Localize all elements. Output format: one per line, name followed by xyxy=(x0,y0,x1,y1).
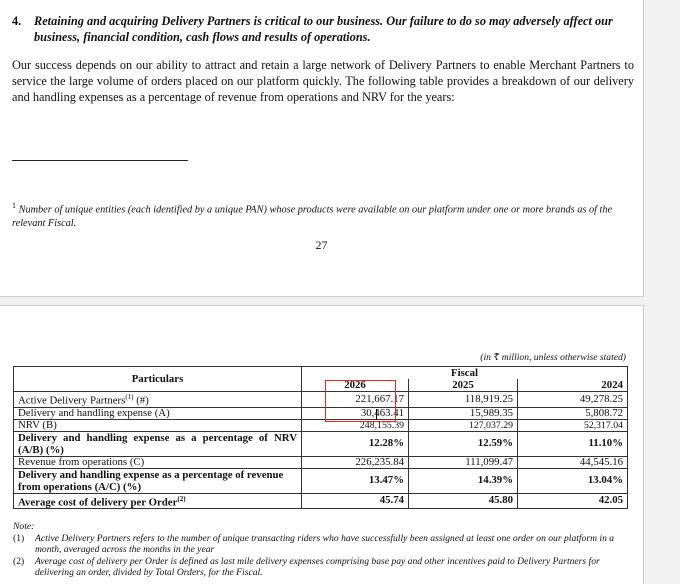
cell-value: 49,278.25 xyxy=(517,391,628,408)
cell-value: 127,037.29 xyxy=(408,418,518,432)
cell-value: 111,099.47 xyxy=(408,455,518,469)
notes-heading: Note: xyxy=(13,521,35,532)
cell-value: 226,235.84 xyxy=(301,455,409,469)
text-cursor xyxy=(376,409,377,420)
cell-value: 5,808.72 xyxy=(517,406,628,420)
footnote-marker: 1 xyxy=(12,201,16,210)
cell-value: 44,545.16 xyxy=(517,455,628,469)
risk-factor-number: 4. xyxy=(12,14,22,28)
cell-value: 14.39% xyxy=(408,467,518,494)
body-paragraph: Our success depends on our ability to at… xyxy=(12,58,634,104)
cell-value: 15,989.35 xyxy=(408,406,518,420)
table-row: Active Delivery Partners(1) (#) 221,667.… xyxy=(13,391,628,408)
cell-value: 12.28% xyxy=(301,430,409,457)
document-page-top: 4. Retaining and acquiring Delivery Partn… xyxy=(0,0,644,297)
row-label: NRV (B) xyxy=(13,418,302,432)
delivery-expense-table: Particulars Fiscal 2026 2025 2024 Active… xyxy=(13,366,628,510)
cell-value: 118,919.25 xyxy=(408,391,518,408)
header-year-2024: 2024 xyxy=(517,379,628,392)
cell-value: 11.10% xyxy=(517,430,628,457)
table-row: Delivery and handling expense as a perce… xyxy=(13,467,628,494)
cell-value: 42.05 xyxy=(517,492,628,510)
cell-value: 45.74 xyxy=(301,492,409,510)
cell-value: 13.47% xyxy=(301,467,409,494)
risk-factor-heading: 4. Retaining and acquiring Delivery Partn… xyxy=(12,13,634,45)
table-row: Delivery and handling expense as a perce… xyxy=(13,430,628,457)
table-row: Revenue from operations (C) 226,235.84 1… xyxy=(13,455,628,469)
footnote-separator xyxy=(12,160,188,161)
note-item: (1) Active Delivery Partners refers to th… xyxy=(13,532,615,556)
row-label: Active Delivery Partners(1) (#) xyxy=(13,391,302,408)
highlight-box xyxy=(325,380,396,422)
row-label: Delivery and handling expense as a perce… xyxy=(13,430,302,457)
cell-value: 52,317.04 xyxy=(517,418,628,432)
cell-value: 13.04% xyxy=(517,467,628,494)
row-label: Delivery and handling expense (A) xyxy=(13,406,302,420)
header-year-2025: 2025 xyxy=(408,379,518,392)
note-item: (2) Average cost of delivery per Order is… xyxy=(13,555,600,579)
cell-value: 45.80 xyxy=(408,492,518,510)
table-row: Delivery and handling expense (A) 30,463… xyxy=(13,406,628,420)
footnote: 1 Number of unique entities (each identi… xyxy=(12,199,634,231)
table-row: NRV (B) 248,155.39 127,037.29 52,317.04 xyxy=(13,418,628,432)
footnote-text: Number of unique entities (each identifi… xyxy=(12,204,613,230)
row-label: Delivery and handling expense as a perce… xyxy=(13,467,302,494)
table-unit-note: (in ₹ million, unless otherwise stated) xyxy=(480,352,626,363)
table-notes: Note: (1) Active Delivery Partners refers… xyxy=(13,521,635,579)
row-label: Average cost of delivery per Order(2) xyxy=(13,492,302,510)
header-particulars: Particulars xyxy=(13,366,302,392)
header-fiscal: Fiscal xyxy=(301,366,628,379)
table-row: Average cost of delivery per Order(2) 45… xyxy=(13,492,628,510)
page-number: 27 xyxy=(315,238,328,252)
cell-value: 12.59% xyxy=(408,430,518,457)
row-label: Revenue from operations (C) xyxy=(13,455,302,469)
risk-factor-title: Retaining and acquiring Delivery Partner… xyxy=(34,14,613,44)
